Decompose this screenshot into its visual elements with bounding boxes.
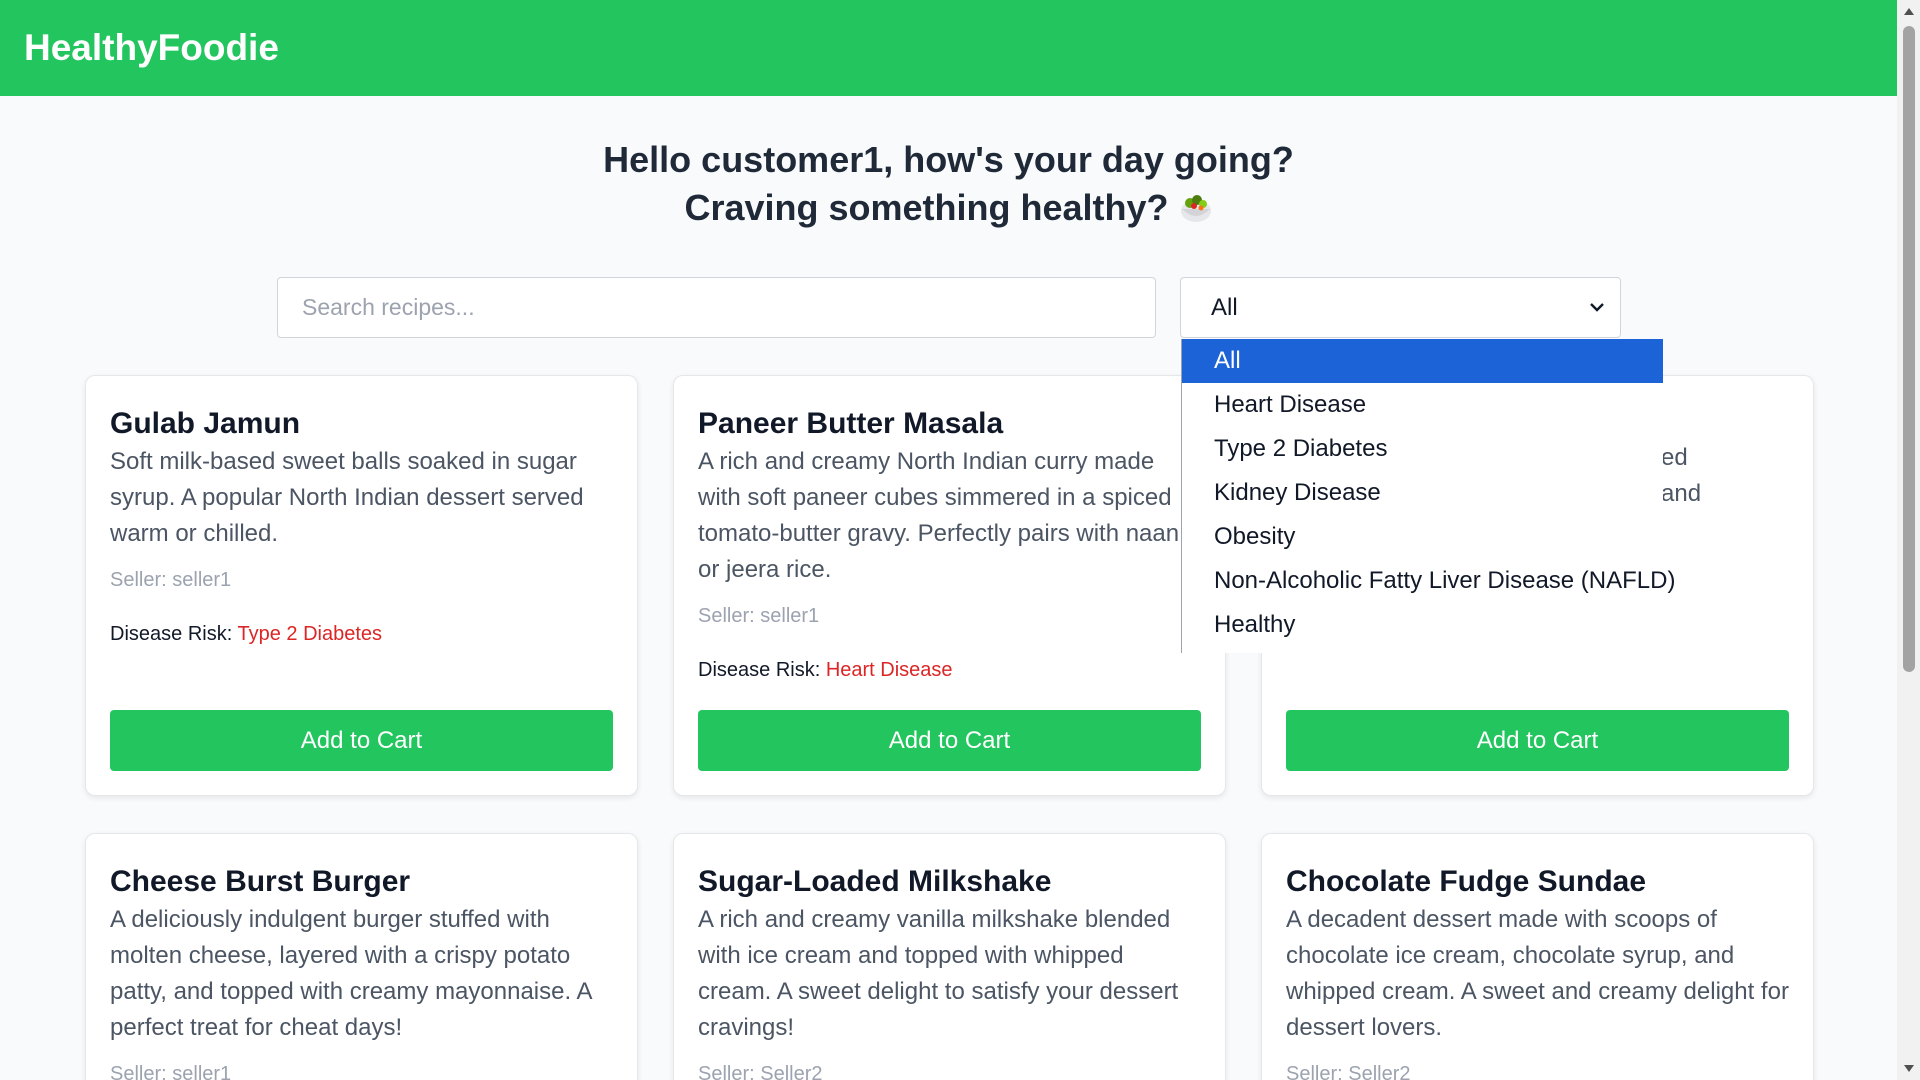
recipe-card: Sugar-Loaded Milkshake A rich and creamy… xyxy=(673,833,1226,1080)
recipe-title: Cheese Burst Burger xyxy=(110,865,411,898)
recipe-seller: Seller: seller1 xyxy=(110,569,232,591)
filter-option-type-2-diabetes[interactable]: Type 2 Diabetes xyxy=(1182,427,1663,471)
filter-option-heart-disease[interactable]: Heart Disease xyxy=(1182,383,1663,427)
disease-risk-value: Heart Disease xyxy=(825,659,953,681)
page-scrollbar[interactable] xyxy=(1897,0,1920,1080)
filter-option-all[interactable]: All xyxy=(1182,339,1663,383)
recipe-description: A decadent dessert made with scoops of c… xyxy=(1286,906,1789,1041)
disease-risk: Disease Risk: Heart Disease xyxy=(698,656,1201,684)
main-content: Hello customer1, how's your day going? C… xyxy=(0,96,1897,1080)
disease-risk-value: Type 2 Diabetes xyxy=(237,623,382,645)
recipe-description: A deliciously indulgent burger stuffed w… xyxy=(110,906,592,1041)
brand-logo[interactable]: HealthyFoodie xyxy=(24,27,279,69)
scroll-up-arrow-icon[interactable] xyxy=(1903,6,1915,16)
greeting-line-1: Hello customer1, how's your day going? xyxy=(603,139,1294,180)
recipe-card: Cheese Burst Burger A deliciously indulg… xyxy=(85,833,638,1080)
filter-option-nafld[interactable]: Non-Alcoholic Fatty Liver Disease (NAFLD… xyxy=(1182,559,1675,603)
disease-risk: Disease Risk: Type 2 Diabetes xyxy=(110,620,613,648)
greeting: Hello customer1, how's your day going? C… xyxy=(0,136,1897,232)
recipe-card: Paneer Butter Masala A rich and creamy N… xyxy=(673,375,1226,796)
greeting-line-2: Craving something healthy? xyxy=(0,184,1897,232)
add-to-cart-button[interactable]: Add to Cart xyxy=(110,710,613,771)
recipe-title: Gulab Jamun xyxy=(110,407,301,440)
search-input[interactable] xyxy=(277,277,1156,338)
recipe-description-partial: ed and xyxy=(1661,444,1702,507)
disease-risk-label: Disease Risk: xyxy=(110,623,233,645)
filter-dropdown-list: All Heart Disease Type 2 Diabetes Kidney… xyxy=(1181,339,1675,653)
recipe-title: Paneer Butter Masala xyxy=(698,407,1004,440)
add-to-cart-button[interactable]: Add to Cart xyxy=(698,710,1201,771)
scrollbar-thumb[interactable] xyxy=(1903,26,1915,672)
recipe-description: A rich and creamy North Indian curry mad… xyxy=(698,448,1180,583)
recipe-card: Gulab Jamun Soft milk-based sweet balls … xyxy=(85,375,638,796)
filter-option-kidney-disease[interactable]: Kidney Disease xyxy=(1182,471,1663,515)
recipe-title: Sugar-Loaded Milkshake xyxy=(698,865,1052,898)
recipe-title: Chocolate Fudge Sundae xyxy=(1286,865,1647,898)
navbar: HealthyFoodie xyxy=(0,0,1897,96)
filter-option-healthy[interactable]: Healthy xyxy=(1182,603,1663,647)
chevron-down-icon xyxy=(1590,303,1604,312)
recipe-card: Chocolate Fudge Sundae A decadent desser… xyxy=(1261,833,1814,1080)
filter-option-obesity[interactable]: Obesity xyxy=(1182,515,1663,559)
disease-filter-select[interactable]: All xyxy=(1180,277,1621,338)
add-to-cart-button[interactable]: Add to Cart xyxy=(1286,710,1789,771)
disease-risk-label: Disease Risk: xyxy=(698,659,821,681)
scroll-down-arrow-icon[interactable] xyxy=(1903,1064,1915,1074)
filter-selected-value: All xyxy=(1211,293,1238,321)
recipe-seller: Seller: seller1 xyxy=(110,1063,232,1080)
recipe-description: Soft milk-based sweet balls soaked in su… xyxy=(110,448,584,547)
recipe-description: A rich and creamy vanilla milkshake blen… xyxy=(698,906,1179,1041)
recipe-seller: Seller: Seller2 xyxy=(698,1063,823,1080)
salad-bowl-icon xyxy=(1180,195,1211,222)
recipe-seller: Seller: Seller2 xyxy=(1286,1063,1411,1080)
recipe-seller: Seller: seller1 xyxy=(698,605,820,627)
